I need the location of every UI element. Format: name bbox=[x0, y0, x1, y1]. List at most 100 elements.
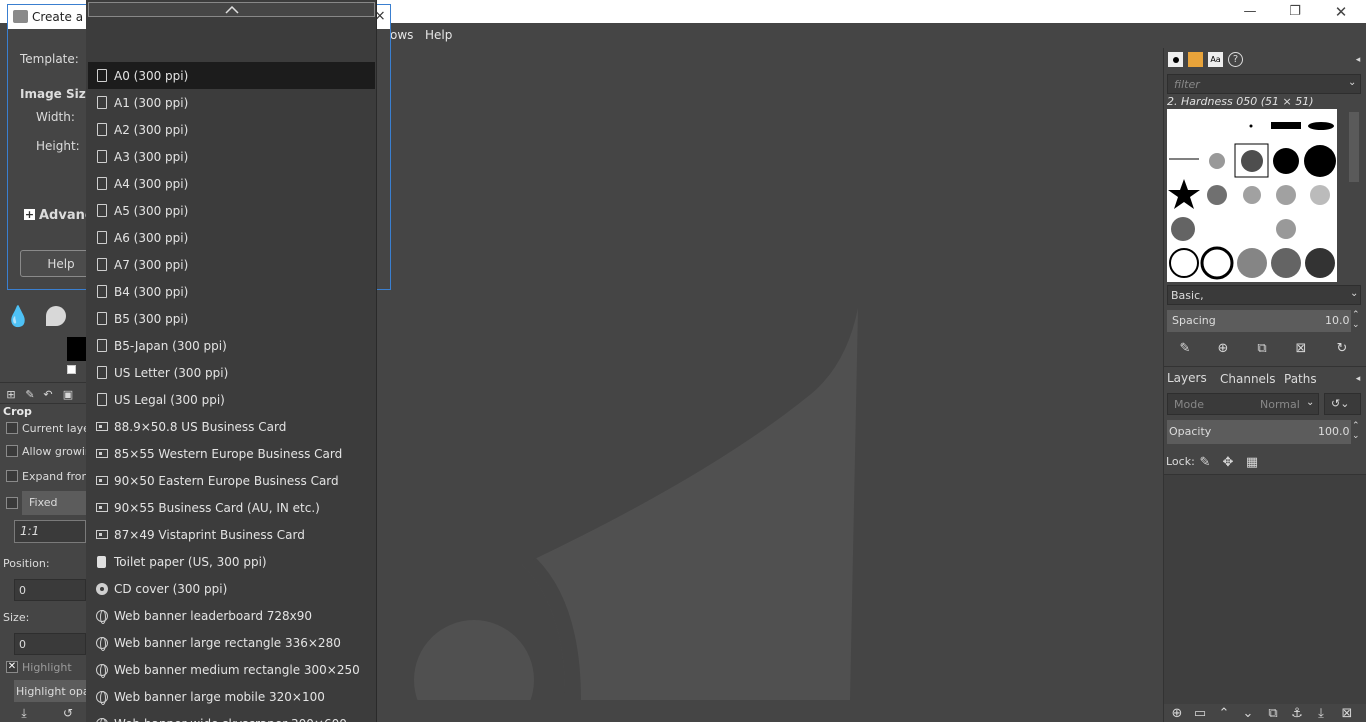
template-option[interactable]: 90×55 Business Card (AU, IN etc.) bbox=[88, 494, 375, 521]
template-option[interactable]: A5 (300 ppi) bbox=[88, 197, 375, 224]
layers-panel-menu-icon[interactable]: ◂ bbox=[1350, 371, 1366, 387]
brush-filter-input[interactable]: filter ⌄ bbox=[1167, 74, 1361, 94]
aspect-ratio-input[interactable]: 1:1 bbox=[14, 520, 86, 543]
anchor-layer-icon[interactable]: ⚓ bbox=[1289, 705, 1305, 721]
template-option[interactable]: B5 (300 ppi) bbox=[88, 305, 375, 332]
merge-layer-icon[interactable]: ⤓ bbox=[1313, 705, 1329, 721]
lower-layer-icon[interactable]: ⌄ bbox=[1240, 705, 1256, 721]
tab-paths[interactable]: Paths bbox=[1284, 372, 1317, 386]
menu-windows[interactable]: ows bbox=[390, 28, 413, 42]
save-options-icon[interactable]: ⤓ bbox=[16, 705, 32, 721]
raise-layer-icon[interactable]: ⌃ bbox=[1216, 705, 1232, 721]
layers-list[interactable] bbox=[1164, 474, 1366, 704]
template-option[interactable]: US Legal (300 ppi) bbox=[88, 386, 375, 413]
mode-chevron-icon: ⌄ bbox=[1306, 397, 1315, 408]
brush-name: 2. Hardness 050 (51 × 51) bbox=[1167, 95, 1314, 108]
tab-layers[interactable]: Layers bbox=[1167, 371, 1207, 385]
layer-opacity-slider[interactable]: Opacity 100.0 bbox=[1167, 420, 1351, 444]
template-option[interactable]: B4 (300 ppi) bbox=[88, 278, 375, 305]
document-icon bbox=[95, 258, 108, 272]
template-option[interactable]: Toilet paper (US, 300 ppi) bbox=[88, 548, 375, 575]
duplicate-layer-icon[interactable]: ⧉ bbox=[1265, 705, 1281, 721]
new-layer-group-icon[interactable]: ▭ bbox=[1192, 705, 1208, 721]
help-tab-icon[interactable]: ? bbox=[1228, 52, 1243, 67]
template-option[interactable]: US Letter (300 ppi) bbox=[88, 359, 375, 386]
template-option[interactable]: 90×50 Eastern Europe Business Card bbox=[88, 467, 375, 494]
highlight-opacity-slider[interactable]: Highlight opaci bbox=[14, 680, 99, 702]
brush-tag-dropdown[interactable]: Basic, ⌄ bbox=[1167, 285, 1361, 305]
new-brush-icon[interactable]: ⊕ bbox=[1215, 340, 1231, 356]
fixed-aspect-dropdown[interactable]: Fixed bbox=[22, 491, 86, 515]
template-option[interactable]: B5-Japan (300 ppi) bbox=[88, 332, 375, 359]
document-icon bbox=[95, 339, 108, 353]
allow-growing-checkbox[interactable] bbox=[6, 445, 18, 457]
refresh-brushes-icon[interactable]: ↻ bbox=[1334, 340, 1350, 356]
current-layer-checkbox[interactable] bbox=[6, 422, 18, 434]
tab-channels[interactable]: Channels bbox=[1220, 372, 1276, 386]
brushes-tab-icon[interactable] bbox=[1168, 52, 1183, 67]
device-status-tab-icon[interactable]: ✎ bbox=[22, 386, 38, 402]
template-option[interactable]: Web banner medium rectangle 300×250 bbox=[88, 656, 375, 683]
menu-help[interactable]: Help bbox=[425, 28, 452, 42]
template-option[interactable]: A4 (300 ppi) bbox=[88, 170, 375, 197]
layer-mode-reset[interactable]: ↺⌄ bbox=[1324, 393, 1361, 415]
expand-from-checkbox[interactable] bbox=[6, 470, 18, 482]
template-option[interactable]: A3 (300 ppi) bbox=[88, 143, 375, 170]
fixed-checkbox[interactable] bbox=[6, 497, 18, 509]
opacity-spinner-icon[interactable]: ⌃ ⌄ bbox=[1352, 421, 1360, 441]
brush-grid-scrollbar[interactable] bbox=[1349, 112, 1359, 182]
minimize-button[interactable]: — bbox=[1227, 0, 1273, 23]
undo-history-tab-icon[interactable]: ↶ bbox=[40, 386, 56, 402]
smudge-tool-icon[interactable] bbox=[46, 306, 66, 326]
size-width-input[interactable]: 0 bbox=[14, 633, 86, 655]
images-tab-icon[interactable]: ▣ bbox=[60, 386, 76, 402]
patterns-tab-icon[interactable] bbox=[1188, 52, 1203, 67]
restore-button[interactable]: ❐ bbox=[1272, 0, 1318, 23]
template-option[interactable]: 88.9×50.8 US Business Card bbox=[88, 413, 375, 440]
lock-alpha-icon[interactable]: ▦ bbox=[1244, 454, 1260, 470]
lock-position-icon[interactable]: ✥ bbox=[1220, 454, 1236, 470]
delete-brush-icon[interactable]: ⊠ bbox=[1293, 340, 1309, 356]
template-option[interactable]: A2 (300 ppi) bbox=[88, 116, 375, 143]
template-option[interactable]: CD cover (300 ppi) bbox=[88, 575, 375, 602]
template-option[interactable]: Web banner wide skyscraper 300×600 bbox=[88, 710, 375, 722]
scroll-up-arrow[interactable] bbox=[88, 2, 375, 17]
template-option[interactable]: A7 (300 ppi) bbox=[88, 251, 375, 278]
template-option[interactable]: 87×49 Vistaprint Business Card bbox=[88, 521, 375, 548]
close-window-button[interactable]: ✕ bbox=[1318, 0, 1364, 23]
wilber-watermark bbox=[414, 308, 858, 700]
template-option[interactable]: A1 (300 ppi) bbox=[88, 89, 375, 116]
minimize-icon: — bbox=[1243, 4, 1257, 19]
template-option[interactable]: A0 (300 ppi) bbox=[88, 62, 375, 89]
tool-options-tab-icon[interactable]: ⊞ bbox=[3, 386, 19, 402]
blur-tool-icon[interactable]: 💧 bbox=[6, 304, 31, 328]
reset-options-icon[interactable]: ↺ bbox=[60, 705, 76, 721]
duplicate-brush-icon[interactable]: ⧉ bbox=[1254, 340, 1270, 356]
spacing-slider[interactable]: Spacing 10.0 bbox=[1167, 310, 1351, 332]
help-button[interactable]: Help bbox=[20, 250, 92, 277]
panel-menu-icon[interactable]: ◂ bbox=[1350, 52, 1366, 68]
template-option[interactable]: Web banner large rectangle 336×280 bbox=[88, 629, 375, 656]
lock-pixels-icon[interactable]: ✎ bbox=[1197, 454, 1213, 470]
image-canvas[interactable] bbox=[376, 48, 1163, 700]
default-colors-icon[interactable] bbox=[67, 365, 76, 374]
template-dropdown-list[interactable]: A0 (300 ppi) A1 (300 ppi) A2 (300 ppi) A3 (… bbox=[86, 0, 377, 722]
template-option[interactable]: Web banner leaderboard 728x90 bbox=[88, 602, 375, 629]
highlight-checkbox[interactable]: ✕ bbox=[6, 661, 18, 673]
template-option[interactable]: 85×55 Western Europe Business Card bbox=[88, 440, 375, 467]
layer-mode-dropdown[interactable]: Mode Normal ⌄ bbox=[1167, 393, 1319, 415]
template-option[interactable]: A6 (300 ppi) bbox=[88, 224, 375, 251]
advanced-options-toggle[interactable]: Advanc bbox=[39, 208, 93, 223]
expand-advanced-icon[interactable]: + bbox=[24, 209, 35, 220]
edit-brush-icon[interactable]: ✎ bbox=[1177, 340, 1193, 356]
template-option[interactable]: Web banner large mobile 320×100 bbox=[88, 683, 375, 710]
brush-thumbnails bbox=[1168, 122, 1336, 280]
fonts-tab-icon[interactable]: Aa bbox=[1208, 52, 1223, 67]
business-card-icon bbox=[95, 420, 108, 434]
spacing-spinner-icon[interactable]: ⌃ ⌄ bbox=[1352, 310, 1360, 330]
foreground-color-swatch[interactable] bbox=[67, 337, 86, 361]
position-x-input[interactable]: 0 bbox=[14, 579, 86, 601]
delete-layer-icon[interactable]: ⊠ bbox=[1339, 705, 1355, 721]
new-layer-icon[interactable]: ⊕ bbox=[1169, 705, 1185, 721]
brush-grid[interactable] bbox=[1167, 109, 1337, 282]
